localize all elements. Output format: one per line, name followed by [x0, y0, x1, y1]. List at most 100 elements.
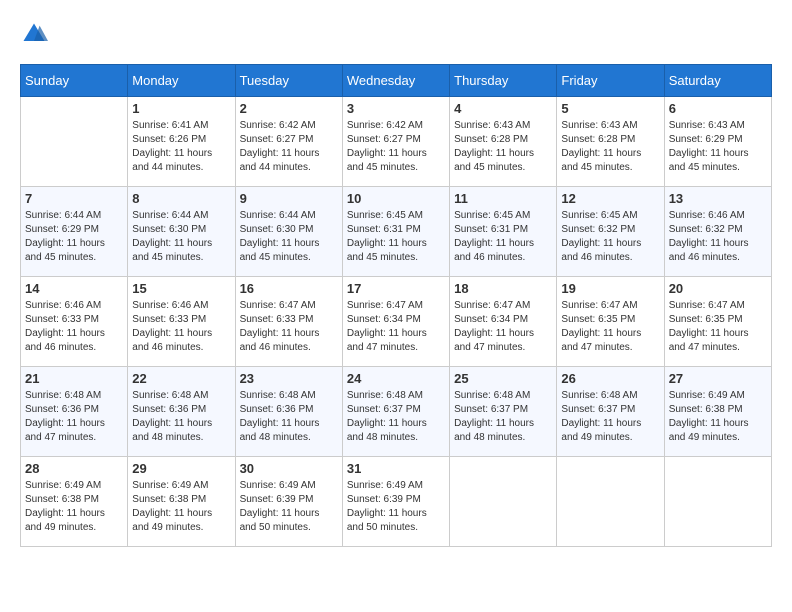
calendar-day-cell: 12 Sunrise: 6:45 AMSunset: 6:32 PMDayligh…: [557, 187, 664, 277]
calendar-day-cell: 17 Sunrise: 6:47 AMSunset: 6:34 PMDayligh…: [342, 277, 449, 367]
calendar-day-cell: 7 Sunrise: 6:44 AMSunset: 6:29 PMDaylight…: [21, 187, 128, 277]
calendar-day-cell: 11 Sunrise: 6:45 AMSunset: 6:31 PMDayligh…: [450, 187, 557, 277]
day-info: Sunrise: 6:48 AMSunset: 6:36 PMDaylight:…: [132, 389, 230, 445]
day-header: Friday: [557, 65, 664, 97]
day-info: Sunrise: 6:43 AMSunset: 6:28 PMDaylight:…: [454, 119, 552, 175]
calendar-day-cell: 16 Sunrise: 6:47 AMSunset: 6:33 PMDayligh…: [235, 277, 342, 367]
day-info: Sunrise: 6:48 AMSunset: 6:37 PMDaylight:…: [347, 389, 445, 445]
calendar-day-cell: 2 Sunrise: 6:42 AMSunset: 6:27 PMDaylight…: [235, 97, 342, 187]
day-info: Sunrise: 6:47 AMSunset: 6:34 PMDaylight:…: [454, 299, 552, 355]
calendar-day-cell: 23 Sunrise: 6:48 AMSunset: 6:36 PMDayligh…: [235, 367, 342, 457]
day-info: Sunrise: 6:49 AMSunset: 6:39 PMDaylight:…: [240, 479, 338, 535]
calendar-day-cell: 8 Sunrise: 6:44 AMSunset: 6:30 PMDaylight…: [128, 187, 235, 277]
day-info: Sunrise: 6:46 AMSunset: 6:32 PMDaylight:…: [669, 209, 767, 265]
calendar-day-cell: 21 Sunrise: 6:48 AMSunset: 6:36 PMDayligh…: [21, 367, 128, 457]
calendar-day-cell: [450, 457, 557, 547]
day-number: 7: [25, 191, 123, 206]
day-info: Sunrise: 6:45 AMSunset: 6:32 PMDaylight:…: [561, 209, 659, 265]
day-info: Sunrise: 6:49 AMSunset: 6:38 PMDaylight:…: [669, 389, 767, 445]
calendar-day-cell: 6 Sunrise: 6:43 AMSunset: 6:29 PMDaylight…: [664, 97, 771, 187]
day-info: Sunrise: 6:49 AMSunset: 6:39 PMDaylight:…: [347, 479, 445, 535]
day-number: 26: [561, 371, 659, 386]
day-number: 11: [454, 191, 552, 206]
day-info: Sunrise: 6:46 AMSunset: 6:33 PMDaylight:…: [25, 299, 123, 355]
day-number: 3: [347, 101, 445, 116]
day-info: Sunrise: 6:46 AMSunset: 6:33 PMDaylight:…: [132, 299, 230, 355]
day-info: Sunrise: 6:47 AMSunset: 6:33 PMDaylight:…: [240, 299, 338, 355]
calendar-day-cell: 27 Sunrise: 6:49 AMSunset: 6:38 PMDayligh…: [664, 367, 771, 457]
day-number: 21: [25, 371, 123, 386]
day-header: Wednesday: [342, 65, 449, 97]
page-header: [20, 20, 772, 48]
calendar-day-cell: 14Sunrise: 6:46 AMSunset: 6:33 PMDayligh…: [21, 277, 128, 367]
day-number: 23: [240, 371, 338, 386]
day-number: 2: [240, 101, 338, 116]
calendar-day-cell: 31 Sunrise: 6:49 AMSunset: 6:39 PMDayligh…: [342, 457, 449, 547]
day-header: Saturday: [664, 65, 771, 97]
day-info: Sunrise: 6:42 AMSunset: 6:27 PMDaylight:…: [240, 119, 338, 175]
day-info: Sunrise: 6:43 AMSunset: 6:28 PMDaylight:…: [561, 119, 659, 175]
calendar-table: SundayMondayTuesdayWednesdayThursdayFrid…: [20, 64, 772, 547]
logo: [20, 20, 52, 48]
calendar-day-cell: 29 Sunrise: 6:49 AMSunset: 6:38 PMDayligh…: [128, 457, 235, 547]
day-header: Tuesday: [235, 65, 342, 97]
calendar-week-row: 21 Sunrise: 6:48 AMSunset: 6:36 PMDayligh…: [21, 367, 772, 457]
calendar-day-cell: [21, 97, 128, 187]
calendar-week-row: 14Sunrise: 6:46 AMSunset: 6:33 PMDayligh…: [21, 277, 772, 367]
day-info: Sunrise: 6:44 AMSunset: 6:30 PMDaylight:…: [132, 209, 230, 265]
day-info: Sunrise: 6:47 AMSunset: 6:35 PMDaylight:…: [669, 299, 767, 355]
day-number: 9: [240, 191, 338, 206]
calendar-week-row: 1 Sunrise: 6:41 AMSunset: 6:26 PMDaylight…: [21, 97, 772, 187]
calendar-day-cell: 10Sunrise: 6:45 AMSunset: 6:31 PMDayligh…: [342, 187, 449, 277]
day-number: 22: [132, 371, 230, 386]
day-info: Sunrise: 6:48 AMSunset: 6:36 PMDaylight:…: [25, 389, 123, 445]
calendar-day-cell: 1 Sunrise: 6:41 AMSunset: 6:26 PMDaylight…: [128, 97, 235, 187]
calendar-day-cell: [664, 457, 771, 547]
day-number: 12: [561, 191, 659, 206]
day-number: 30: [240, 461, 338, 476]
calendar-day-cell: 9 Sunrise: 6:44 AMSunset: 6:30 PMDaylight…: [235, 187, 342, 277]
day-info: Sunrise: 6:47 AMSunset: 6:34 PMDaylight:…: [347, 299, 445, 355]
day-number: 4: [454, 101, 552, 116]
day-number: 10: [347, 191, 445, 206]
day-number: 24: [347, 371, 445, 386]
day-header: Sunday: [21, 65, 128, 97]
day-info: Sunrise: 6:47 AMSunset: 6:35 PMDaylight:…: [561, 299, 659, 355]
calendar-week-row: 28 Sunrise: 6:49 AMSunset: 6:38 PMDayligh…: [21, 457, 772, 547]
day-header: Monday: [128, 65, 235, 97]
day-number: 8: [132, 191, 230, 206]
day-info: Sunrise: 6:44 AMSunset: 6:30 PMDaylight:…: [240, 209, 338, 265]
day-number: 6: [669, 101, 767, 116]
day-number: 16: [240, 281, 338, 296]
calendar-day-cell: [557, 457, 664, 547]
day-info: Sunrise: 6:41 AMSunset: 6:26 PMDaylight:…: [132, 119, 230, 175]
day-info: Sunrise: 6:44 AMSunset: 6:29 PMDaylight:…: [25, 209, 123, 265]
calendar-day-cell: 19 Sunrise: 6:47 AMSunset: 6:35 PMDayligh…: [557, 277, 664, 367]
day-info: Sunrise: 6:49 AMSunset: 6:38 PMDaylight:…: [132, 479, 230, 535]
calendar-day-cell: 26 Sunrise: 6:48 AMSunset: 6:37 PMDayligh…: [557, 367, 664, 457]
calendar-header-row: SundayMondayTuesdayWednesdayThursdayFrid…: [21, 65, 772, 97]
day-info: Sunrise: 6:43 AMSunset: 6:29 PMDaylight:…: [669, 119, 767, 175]
calendar-week-row: 7 Sunrise: 6:44 AMSunset: 6:29 PMDaylight…: [21, 187, 772, 277]
day-info: Sunrise: 6:48 AMSunset: 6:37 PMDaylight:…: [561, 389, 659, 445]
day-number: 1: [132, 101, 230, 116]
day-number: 18: [454, 281, 552, 296]
calendar-day-cell: 24 Sunrise: 6:48 AMSunset: 6:37 PMDayligh…: [342, 367, 449, 457]
calendar-day-cell: 13 Sunrise: 6:46 AMSunset: 6:32 PMDayligh…: [664, 187, 771, 277]
day-number: 17: [347, 281, 445, 296]
day-number: 5: [561, 101, 659, 116]
day-header: Thursday: [450, 65, 557, 97]
day-number: 19: [561, 281, 659, 296]
day-number: 27: [669, 371, 767, 386]
calendar-day-cell: 15Sunrise: 6:46 AMSunset: 6:33 PMDayligh…: [128, 277, 235, 367]
day-number: 25: [454, 371, 552, 386]
day-info: Sunrise: 6:48 AMSunset: 6:36 PMDaylight:…: [240, 389, 338, 445]
logo-icon: [20, 20, 48, 48]
day-number: 31: [347, 461, 445, 476]
day-info: Sunrise: 6:45 AMSunset: 6:31 PMDaylight:…: [454, 209, 552, 265]
day-number: 29: [132, 461, 230, 476]
calendar-day-cell: 22 Sunrise: 6:48 AMSunset: 6:36 PMDayligh…: [128, 367, 235, 457]
day-number: 13: [669, 191, 767, 206]
day-number: 28: [25, 461, 123, 476]
calendar-day-cell: 30 Sunrise: 6:49 AMSunset: 6:39 PMDayligh…: [235, 457, 342, 547]
